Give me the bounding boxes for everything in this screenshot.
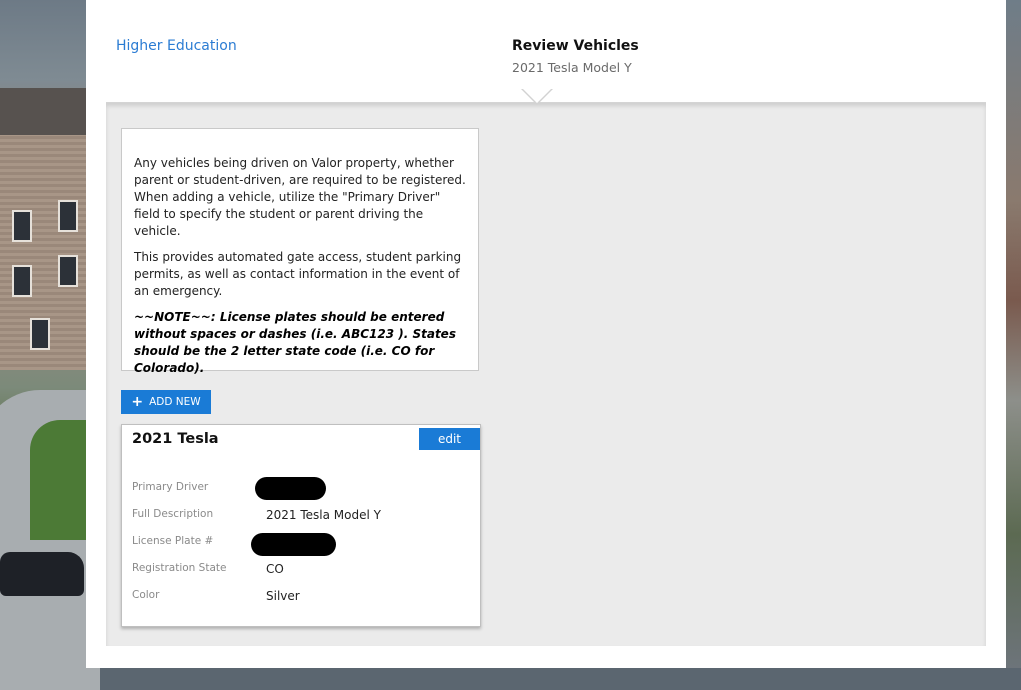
info-paragraph: This provides automated gate access, stu… (134, 250, 462, 298)
registration-state-value: CO (266, 562, 284, 576)
vehicle-card: 2021 Tesla edit Primary Driver Full Desc… (121, 424, 481, 627)
info-box: Any vehicles being driven on Valor prope… (121, 128, 479, 375)
registration-state-label: Registration State (132, 562, 227, 574)
plus-icon: + (131, 394, 144, 410)
color-label: Color (132, 589, 160, 601)
background-window (58, 255, 78, 287)
full-description-label: Full Description (132, 508, 214, 520)
edit-button[interactable]: edit (419, 428, 480, 450)
background-window (12, 210, 32, 242)
page-subtitle: 2021 Tesla Model Y (512, 60, 632, 75)
add-new-button[interactable]: + ADD NEW (121, 390, 211, 414)
vehicle-title: 2021 Tesla (132, 431, 219, 447)
higher-education-link[interactable]: Higher Education (116, 38, 237, 54)
header-pointer (522, 88, 552, 103)
primary-driver-label: Primary Driver (132, 481, 209, 493)
background-grass (30, 420, 86, 540)
background-window (58, 200, 78, 232)
background-photo-left (0, 0, 100, 690)
add-new-label: ADD NEW (149, 396, 201, 408)
page-title: Review Vehicles (512, 38, 639, 54)
background-window (30, 318, 50, 350)
license-plate-redacted (251, 533, 336, 556)
background-window (12, 265, 32, 297)
color-value: Silver (266, 589, 300, 603)
content-panel: Any vehicles being driven on Valor prope… (106, 102, 986, 646)
primary-driver-redacted (255, 477, 326, 500)
full-description-value: 2021 Tesla Model Y (266, 508, 381, 522)
background-photo-right (1006, 0, 1021, 668)
license-plate-label: License Plate # (132, 535, 214, 547)
main-page: Higher Education Review Vehicles 2021 Te… (86, 0, 1006, 668)
info-paragraph: Any vehicles being driven on Valor prope… (134, 156, 466, 238)
background-car (0, 552, 84, 596)
info-note: ~~NOTE~~: License plates should be enter… (134, 310, 456, 375)
